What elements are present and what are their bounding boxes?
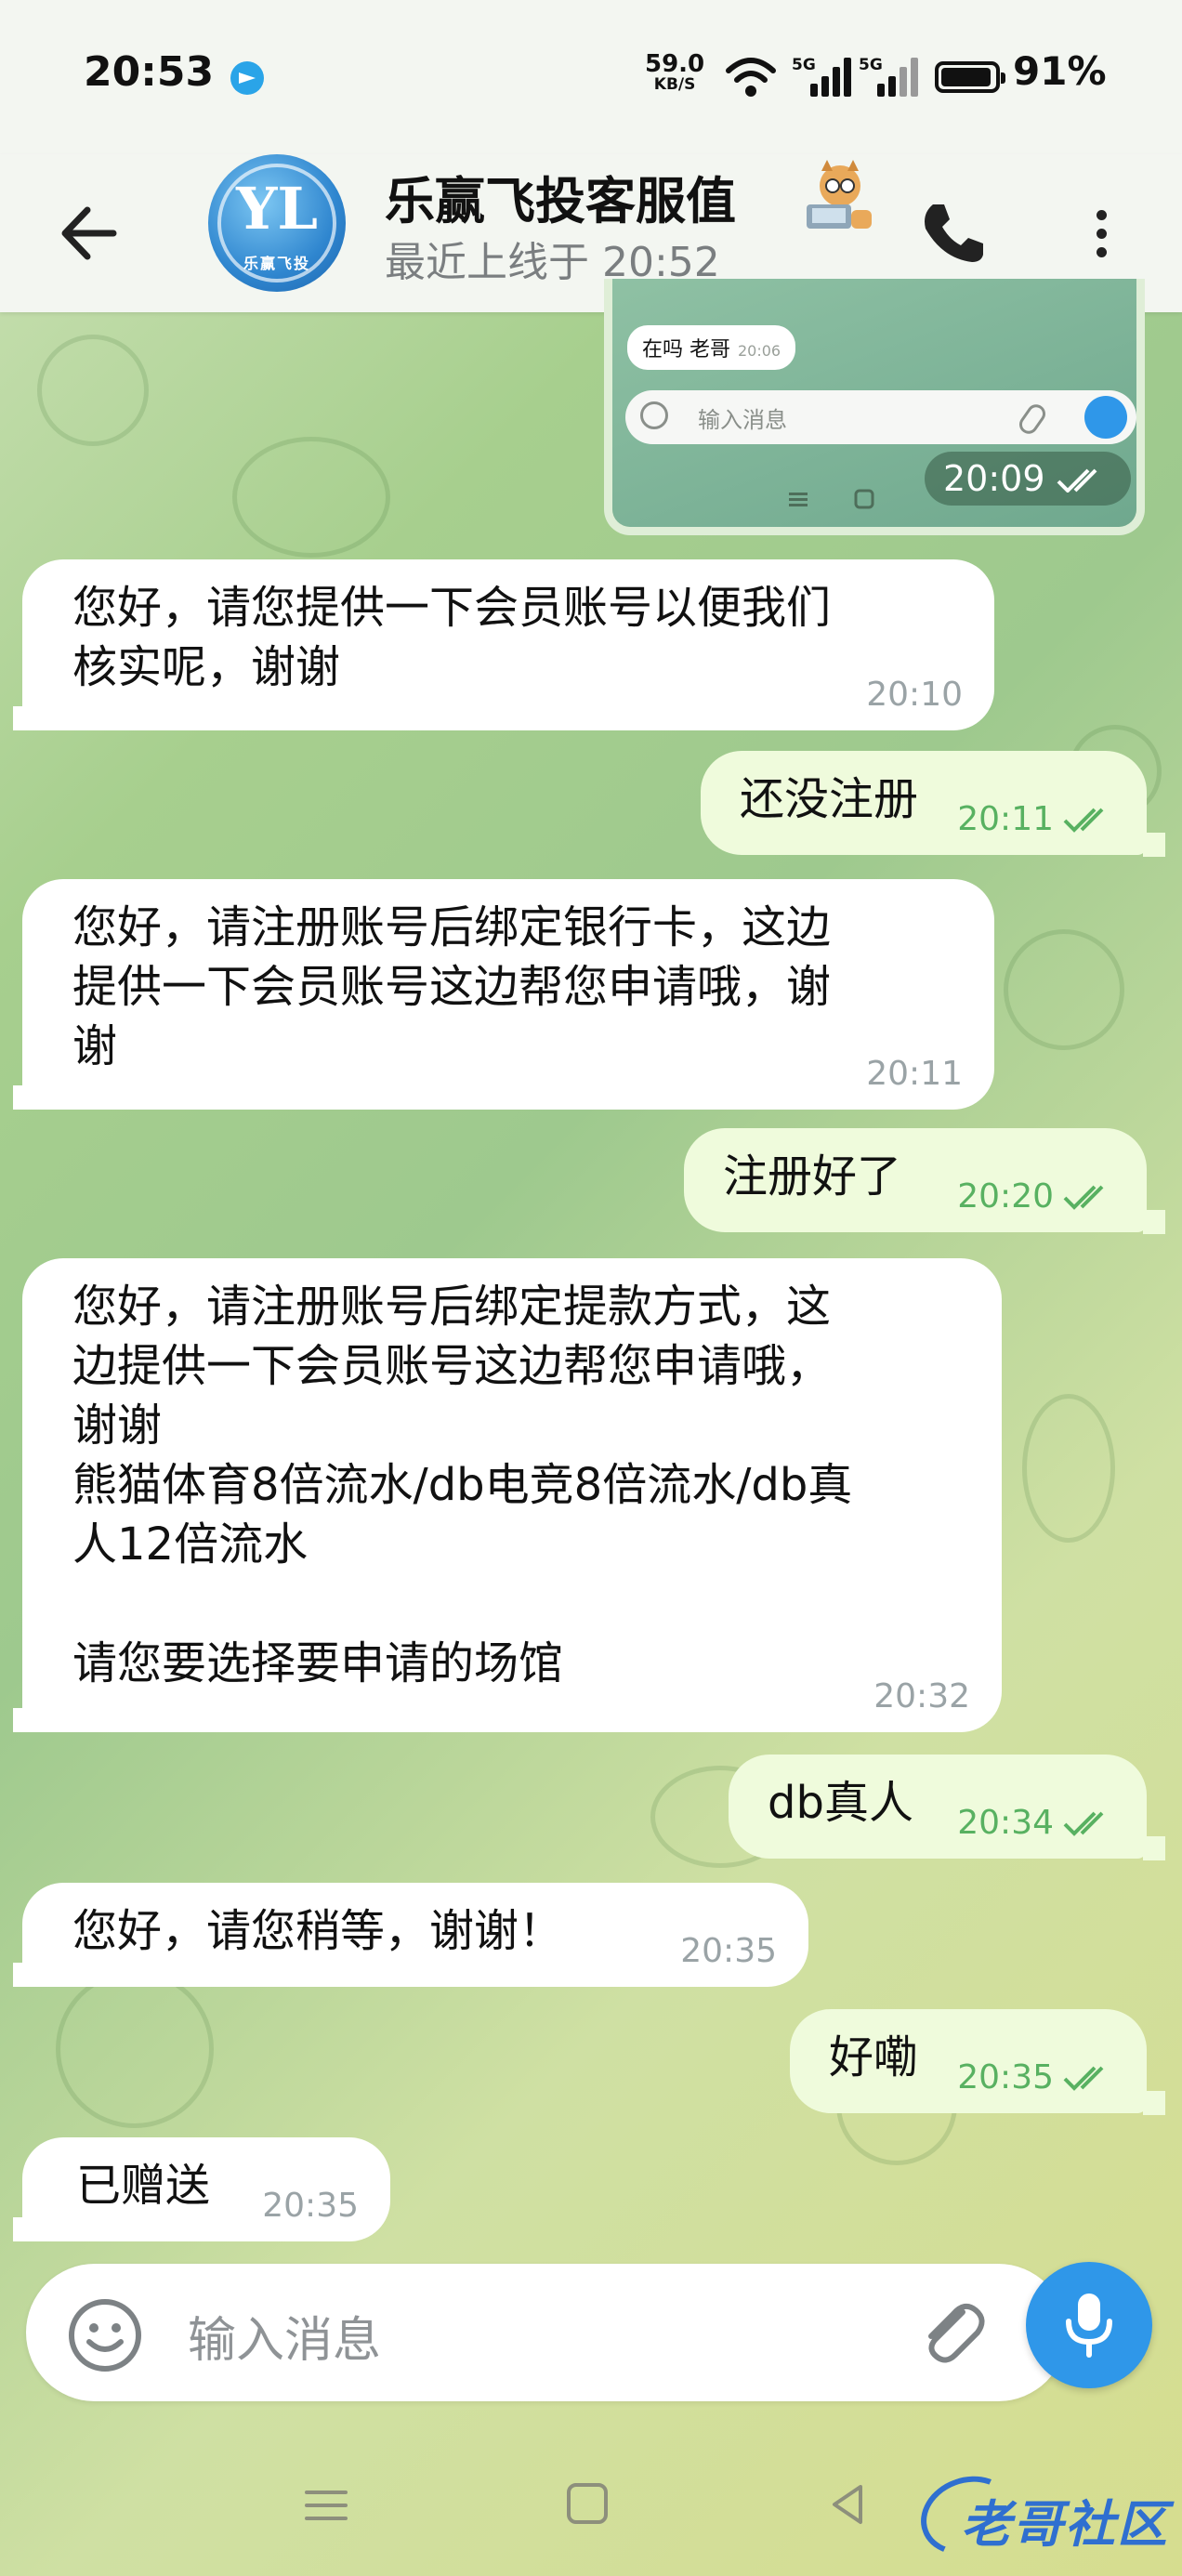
watermark-text: 老哥社区 bbox=[961, 2495, 1169, 2554]
status-bar: 20:53 59.0 KB/S 5G 5G 91% bbox=[0, 0, 1182, 154]
message-time: 20:35 bbox=[680, 1932, 777, 1970]
message-time: 20:10 bbox=[866, 676, 963, 714]
more-options-icon[interactable] bbox=[1078, 191, 1124, 275]
mic-icon bbox=[1084, 396, 1127, 439]
message-outgoing[interactable]: db真人 20:34 bbox=[729, 1755, 1147, 1859]
bubble-tail bbox=[1143, 1836, 1165, 1860]
network-speed: 59.0 KB/S bbox=[645, 52, 704, 93]
message-incoming[interactable]: 您好，请您提供一下会员账号以便我们 核实呢，谢谢 20:10 bbox=[22, 559, 994, 730]
wifi-icon bbox=[726, 58, 776, 97]
cell-signal-icon: 5G bbox=[859, 56, 924, 99]
double-check-icon bbox=[1063, 2066, 1104, 2091]
image-time-stamp: 20:09 bbox=[925, 452, 1131, 506]
dog-sticker-icon bbox=[807, 160, 872, 229]
emoji-icon[interactable] bbox=[67, 2297, 143, 2373]
message-incoming[interactable]: 您好，请您稍等，谢谢！ 20:35 bbox=[22, 1883, 808, 1987]
image-time: 20:09 bbox=[943, 458, 1045, 499]
attach-icon[interactable] bbox=[909, 2292, 992, 2375]
message-time: 20:35 bbox=[262, 2187, 359, 2225]
wallpaper-doodle bbox=[232, 437, 390, 558]
attach-icon bbox=[1016, 401, 1049, 438]
status-time: 20:53 bbox=[84, 48, 215, 96]
message-incoming[interactable]: 您好，请注册账号后绑定提款方式，这 边提供一下会员账号这边帮您申请哦， 谢谢 熊… bbox=[22, 1258, 1002, 1732]
message-incoming[interactable]: 您好，请注册账号后绑定银行卡，这边 提供一下会员账号这边帮您申请哦，谢 谢 20… bbox=[22, 879, 994, 1110]
message-text: 还没注册 bbox=[740, 773, 919, 825]
battery-level: 91% bbox=[1013, 48, 1107, 94]
recent-apps-icon[interactable] bbox=[305, 2485, 351, 2528]
message-input[interactable]: 输入消息 bbox=[188, 2301, 381, 2371]
bubble-tail bbox=[13, 1708, 35, 1732]
screenshot-input-bar: 输入消息 bbox=[625, 390, 1136, 444]
screenshot-message: 在吗 老哥 20:06 bbox=[627, 325, 796, 370]
message-outgoing[interactable]: 好嘞 20:35 bbox=[790, 2009, 1147, 2113]
message-time: 20:35 bbox=[957, 2058, 1054, 2096]
bubble-tail bbox=[1143, 1210, 1165, 1234]
screenshot-message-text: 在吗 老哥 bbox=[642, 338, 730, 361]
bubble-tail bbox=[13, 706, 35, 730]
network-speed-unit: KB/S bbox=[653, 75, 696, 94]
double-check-icon bbox=[1063, 1811, 1104, 1836]
double-check-icon bbox=[1063, 808, 1104, 833]
message-composer[interactable]: 输入消息 bbox=[26, 2264, 1067, 2401]
message-time: 20:11 bbox=[866, 1055, 963, 1093]
avatar-caption: 乐赢飞投 bbox=[243, 255, 310, 272]
wallpaper-doodle bbox=[1022, 1394, 1115, 1543]
emoji-icon bbox=[640, 401, 668, 429]
title-fade bbox=[743, 154, 799, 229]
signal-label: 5G bbox=[859, 56, 883, 74]
network-speed-value: 59.0 bbox=[645, 50, 705, 78]
chat-title[interactable]: 乐赢飞投客服值 bbox=[385, 160, 794, 233]
signal-label: 5G bbox=[792, 56, 816, 74]
screenshot-input-placeholder: 输入消息 bbox=[698, 407, 787, 433]
message-time: 20:20 bbox=[957, 1177, 1054, 1216]
wallpaper-doodle bbox=[56, 1970, 214, 2128]
nav-back-icon[interactable] bbox=[825, 2481, 872, 2528]
message-outgoing[interactable]: 还没注册 20:11 bbox=[701, 751, 1147, 855]
bubble-tail bbox=[13, 2217, 35, 2241]
message-text: 您好，请注册账号后绑定提款方式，这 边提供一下会员账号这边帮您申请哦， 谢谢 熊… bbox=[72, 1281, 853, 1689]
bubble-tail bbox=[13, 1963, 35, 1987]
message-time: 20:11 bbox=[957, 800, 1054, 838]
telegram-notification-icon bbox=[230, 61, 264, 95]
voice-record-button[interactable] bbox=[1026, 2262, 1152, 2388]
forwarded-screenshot[interactable]: 在吗 老哥 20:06 输入消息 20:09 bbox=[604, 279, 1145, 535]
back-arrow-icon[interactable] bbox=[48, 191, 132, 275]
message-time: 20:34 bbox=[957, 1804, 1054, 1842]
microphone-icon bbox=[1066, 2293, 1112, 2358]
watermark: 老哥社区 bbox=[910, 2464, 1171, 2568]
bubble-tail bbox=[13, 1085, 35, 1110]
avatar-logo: YL bbox=[236, 175, 318, 243]
battery-icon bbox=[935, 61, 1005, 93]
system-nav-bar: 老哥社区 bbox=[0, 2416, 1182, 2576]
double-check-icon bbox=[1057, 468, 1097, 493]
message-text: 您好，请注册账号后绑定银行卡，这边 提供一下会员账号这边帮您申请哦，谢 谢 bbox=[72, 901, 832, 1072]
message-text: 您好，请您提供一下会员账号以便我们 核实呢，谢谢 bbox=[72, 582, 832, 693]
bubble-tail bbox=[1143, 2091, 1165, 2115]
screenshot-message-time: 20:06 bbox=[738, 342, 781, 360]
message-text: 您好，请您稍等，谢谢！ bbox=[72, 1905, 564, 1957]
home-icon[interactable] bbox=[567, 2483, 608, 2524]
message-text: 注册好了 bbox=[723, 1150, 902, 1203]
message-time: 20:32 bbox=[873, 1677, 970, 1715]
message-outgoing[interactable]: 注册好了 20:20 bbox=[684, 1128, 1147, 1232]
cell-signal-icon: 5G bbox=[792, 56, 857, 99]
avatar[interactable]: YL 乐赢飞投 bbox=[208, 154, 346, 292]
phone-call-icon[interactable] bbox=[911, 191, 994, 275]
wallpaper-doodle bbox=[1004, 929, 1124, 1050]
message-incoming[interactable]: 已赠送 20:35 bbox=[22, 2137, 390, 2241]
bubble-tail bbox=[1143, 833, 1165, 857]
double-check-icon bbox=[1063, 1185, 1104, 1210]
wallpaper-doodle bbox=[37, 335, 149, 446]
